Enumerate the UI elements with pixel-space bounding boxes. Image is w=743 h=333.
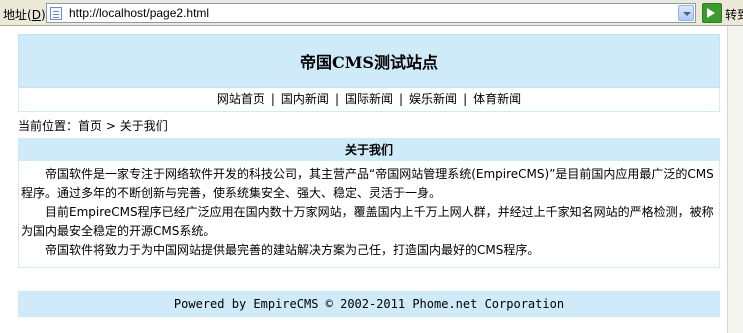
breadcrumb-current: 关于我们 xyxy=(119,119,168,133)
content-body: 帝国软件是一家专注于网络软件开发的科技公司，其主营产品“帝国网站管理系统(Emp… xyxy=(19,161,719,260)
site-footer: Powered by EmpireCMS © 2002-2011 Phome.n… xyxy=(18,291,720,317)
content-paragraph: 帝国软件是一家专注于网络软件开发的科技公司，其主营产品“帝国网站管理系统(Emp… xyxy=(21,167,714,200)
nav-item-home[interactable]: 网站首页 xyxy=(217,92,265,106)
site-header: 帝国CMS测试站点 xyxy=(18,34,720,88)
address-bar: 地址(D) http://localhost/page2.html 转到 xyxy=(0,0,743,26)
go-arrow-icon[interactable] xyxy=(702,3,722,23)
nav-separator: | xyxy=(399,92,404,106)
content-paragraph: 帝国软件将致力于为中国网站提供最完善的建站解决方案为己任，打造国内最好的CMS程… xyxy=(45,243,540,257)
nav-separator: | xyxy=(334,92,339,106)
nav-item-domestic-news[interactable]: 国内新闻 xyxy=(281,92,329,106)
main-nav: 网站首页 | 国内新闻 | 国际新闻 | 娱乐新闻 | 体育新闻 xyxy=(18,88,720,112)
content-heading: 关于我们 xyxy=(19,139,719,161)
address-label: 地址(D) xyxy=(3,8,46,22)
address-field[interactable]: http://localhost/page2.html xyxy=(46,3,696,23)
nav-item-sports-news[interactable]: 体育新闻 xyxy=(473,92,521,106)
nav-item-entertainment-news[interactable]: 娱乐新闻 xyxy=(409,92,457,106)
site-title: 帝国CMS测试站点 xyxy=(299,53,438,72)
nav-item-international-news[interactable]: 国际新闻 xyxy=(345,92,393,106)
breadcrumb: 当前位置：首页 > 关于我们 xyxy=(18,118,168,134)
content-paragraph: 目前EmpireCMS程序已经广泛应用在国内数十万家网站，覆盖国内上千万上网人群… xyxy=(21,205,714,238)
chevron-down-icon[interactable] xyxy=(678,5,694,21)
nav-separator: | xyxy=(463,92,468,106)
page-icon xyxy=(50,7,62,20)
page-container: 帝国CMS测试站点 网站首页 | 国内新闻 | 国际新闻 | 娱乐新闻 | 体育新闻 当前位置：… xyxy=(18,34,720,317)
content-panel: 关于我们 帝国软件是一家专注于网络软件开发的科技公司，其主营产品“帝国网站管理系… xyxy=(18,138,720,268)
breadcrumb-separator: > xyxy=(105,119,116,133)
breadcrumb-home-link[interactable]: 首页 xyxy=(78,119,102,133)
breadcrumb-prefix: 当前位置： xyxy=(18,119,79,133)
go-button-label[interactable]: 转到 xyxy=(725,6,743,23)
nav-separator: | xyxy=(270,92,275,106)
vertical-scrollbar[interactable] xyxy=(727,26,743,333)
url-input[interactable]: http://localhost/page2.html xyxy=(69,6,669,20)
